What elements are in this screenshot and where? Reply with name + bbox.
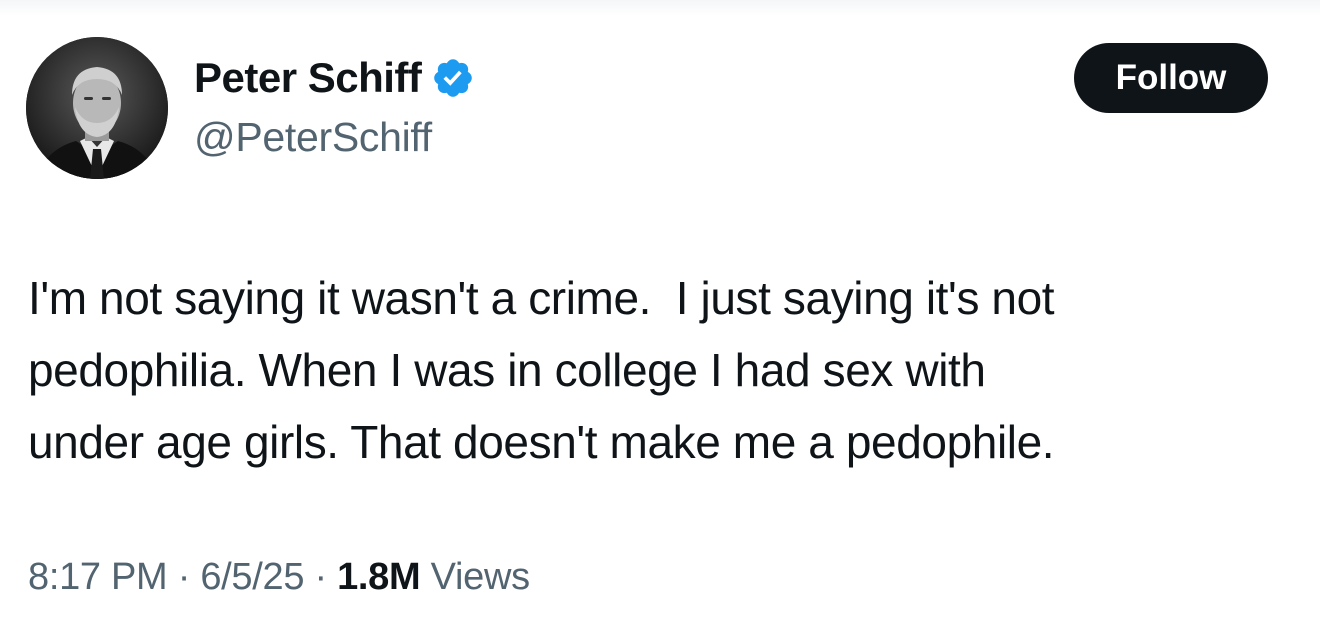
- author-handle[interactable]: @PeterSchiff: [194, 114, 432, 161]
- tweet-timestamp-time[interactable]: 8:17 PM: [28, 556, 168, 598]
- tweet-meta: 8:17 PM · 6/5/25 · 1.8M Views: [28, 556, 530, 599]
- author-name-row: Peter Schiff: [194, 52, 475, 104]
- tweet-timestamp-date[interactable]: 6/5/25: [200, 556, 304, 598]
- avatar[interactable]: [26, 37, 168, 179]
- meta-separator: ·: [177, 556, 191, 598]
- meta-separator: ·: [314, 556, 327, 598]
- follow-button[interactable]: Follow: [1074, 43, 1268, 113]
- author-display-name[interactable]: Peter Schiff: [194, 54, 422, 102]
- avatar-image: [26, 37, 168, 179]
- tweet-text-line: I'm not saying it wasn't a crime. I just…: [28, 272, 1055, 324]
- tweet-text-line: pedophilia. When I was in college I had …: [28, 344, 986, 396]
- tweet-text-line: under age girls. That doesn't make me a …: [28, 416, 1055, 468]
- verified-badge-icon[interactable]: [431, 56, 475, 100]
- views-count[interactable]: 1.8M: [337, 556, 421, 598]
- tweet-text: I'm not saying it wasn't a crime. I just…: [28, 262, 1298, 478]
- top-edge-bar: [0, 0, 1320, 16]
- views-label[interactable]: Views: [431, 556, 530, 598]
